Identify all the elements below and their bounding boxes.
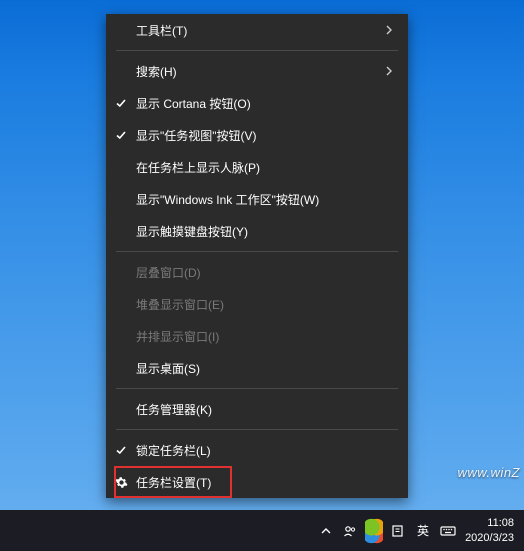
menu-item[interactable]: 显示 Cortana 按钮(O) xyxy=(106,87,408,119)
desktop[interactable]: 工具栏(T) 搜索(H) 显示 Cortana 按钮(O) 显示"任务视图"按钮(V)… xyxy=(0,0,524,510)
gear-icon xyxy=(106,476,136,489)
menu-item-label: 显示触摸键盘按钮(Y) xyxy=(136,223,380,240)
menu-separator xyxy=(116,251,398,252)
people-icon[interactable] xyxy=(341,522,359,540)
clock-date: 2020/3/23 xyxy=(465,531,514,545)
menu-item-label: 显示"Windows Ink 工作区"按钮(W) xyxy=(136,191,380,208)
ime-indicator[interactable]: 英 xyxy=(413,522,433,539)
menu-item[interactable]: 在任务栏上显示人脉(P) xyxy=(106,151,408,183)
taskbar[interactable]: 英 11:08 2020/3/23 xyxy=(0,510,524,551)
menu-item-label: 层叠窗口(D) xyxy=(136,264,380,281)
menu-separator xyxy=(116,50,398,51)
menu-item-label: 工具栏(T) xyxy=(136,22,380,39)
clock[interactable]: 11:08 2020/3/23 xyxy=(463,516,518,545)
menu-item[interactable]: 锁定任务栏(L) xyxy=(106,434,408,466)
menu-separator xyxy=(116,429,398,430)
note-icon[interactable] xyxy=(389,522,407,540)
menu-item-label: 在任务栏上显示人脉(P) xyxy=(136,159,380,176)
menu-item-label: 锁定任务栏(L) xyxy=(136,442,380,459)
chevron-right-icon xyxy=(380,25,398,35)
menu-item[interactable]: 任务栏设置(T) xyxy=(106,466,408,498)
windows-flag-icon[interactable] xyxy=(365,522,383,540)
menu-item[interactable]: 显示"Windows Ink 工作区"按钮(W) xyxy=(106,183,408,215)
menu-item: 堆叠显示窗口(E) xyxy=(106,288,408,320)
menu-item-label: 任务栏设置(T) xyxy=(136,474,380,491)
check-icon xyxy=(106,444,136,456)
menu-item-label: 显示"任务视图"按钮(V) xyxy=(136,127,380,144)
menu-item-label: 显示 Cortana 按钮(O) xyxy=(136,95,380,112)
tray-chevron-up-icon[interactable] xyxy=(317,522,335,540)
menu-item-label: 并排显示窗口(I) xyxy=(136,328,380,345)
menu-item-label: 任务管理器(K) xyxy=(136,401,380,418)
menu-item[interactable]: 任务管理器(K) xyxy=(106,393,408,425)
menu-item-label: 堆叠显示窗口(E) xyxy=(136,296,380,313)
check-icon xyxy=(106,129,136,141)
menu-item: 并排显示窗口(I) xyxy=(106,320,408,352)
menu-separator xyxy=(116,388,398,389)
menu-item-label: 搜索(H) xyxy=(136,63,380,80)
menu-item: 层叠窗口(D) xyxy=(106,256,408,288)
menu-item[interactable]: 显示触摸键盘按钮(Y) xyxy=(106,215,408,247)
keyboard-icon[interactable] xyxy=(439,522,457,540)
menu-item[interactable]: 显示桌面(S) xyxy=(106,352,408,384)
taskbar-context-menu: 工具栏(T) 搜索(H) 显示 Cortana 按钮(O) 显示"任务视图"按钮(V)… xyxy=(106,14,408,498)
clock-time: 11:08 xyxy=(487,516,514,530)
chevron-right-icon xyxy=(380,66,398,76)
menu-item[interactable]: 搜索(H) xyxy=(106,55,408,87)
menu-item[interactable]: 显示"任务视图"按钮(V) xyxy=(106,119,408,151)
system-tray: 英 11:08 2020/3/23 xyxy=(317,516,518,545)
menu-item-label: 显示桌面(S) xyxy=(136,360,380,377)
watermark-text: www.winZ xyxy=(457,465,520,480)
menu-item[interactable]: 工具栏(T) xyxy=(106,14,408,46)
check-icon xyxy=(106,97,136,109)
